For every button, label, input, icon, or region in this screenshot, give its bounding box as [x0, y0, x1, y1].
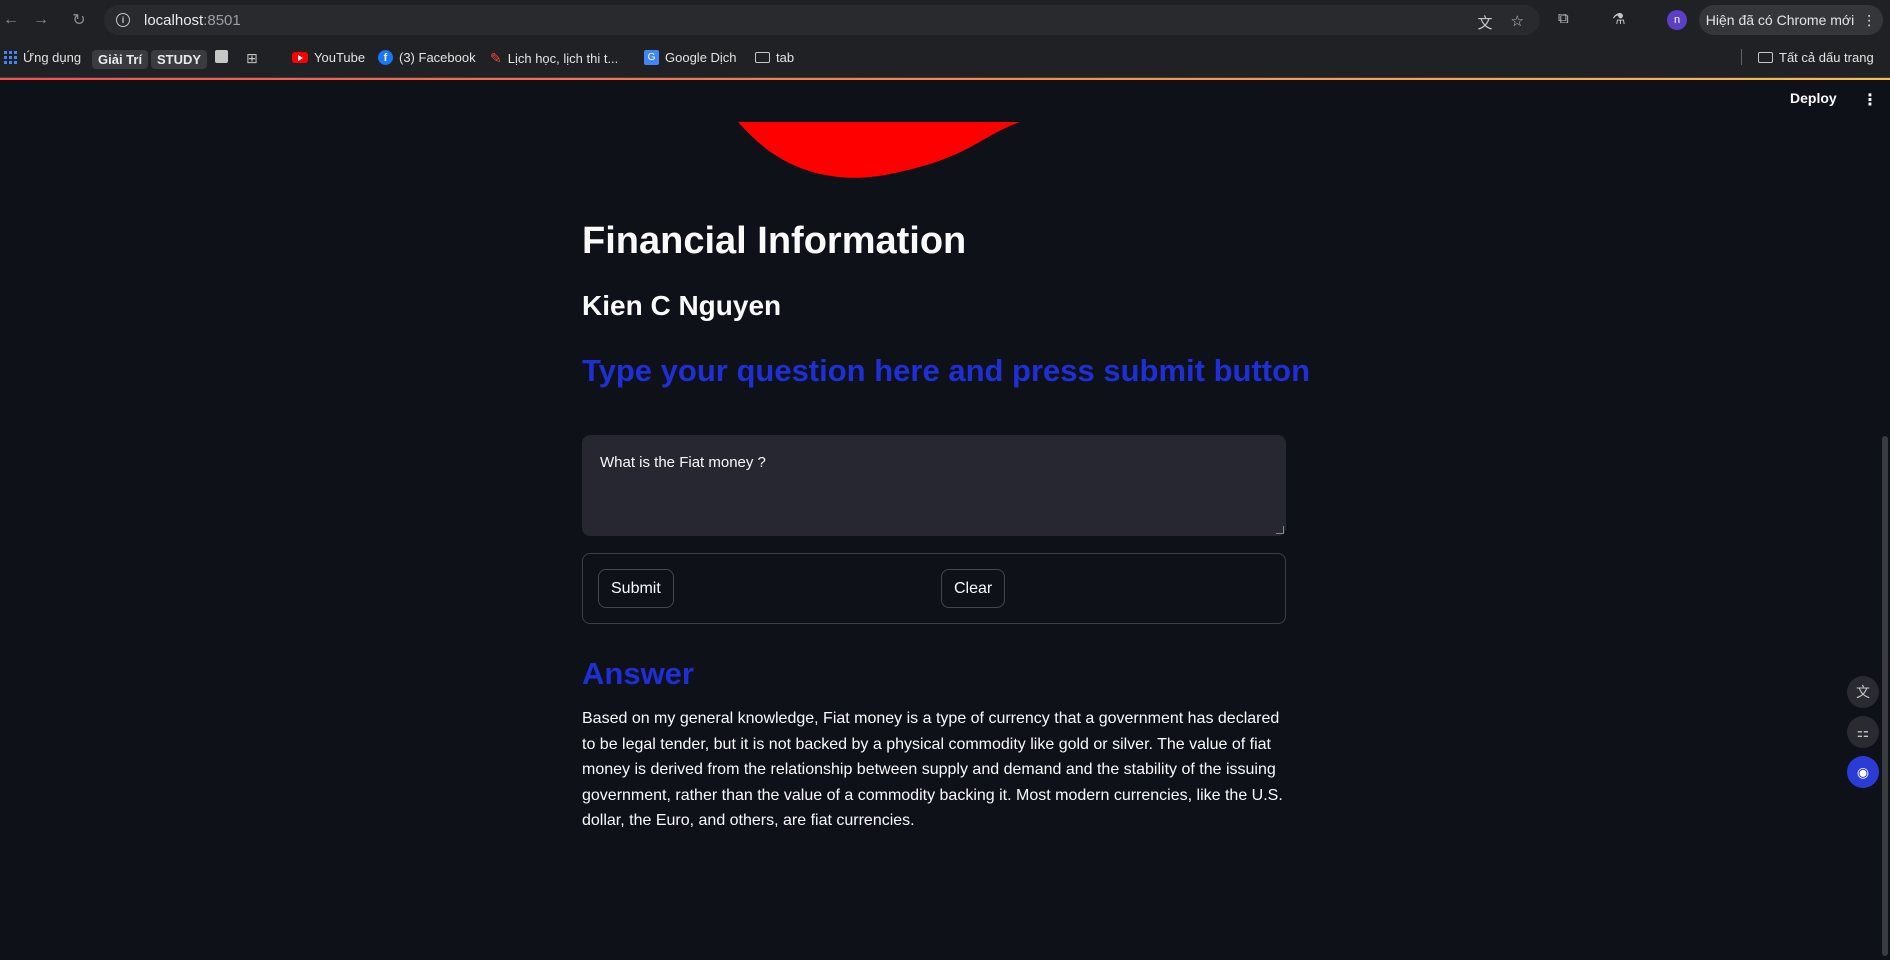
apps-grid-icon	[4, 51, 17, 64]
back-icon[interactable]: ←	[0, 9, 22, 31]
chrome-update-button[interactable]: Hiện đã có Chrome mới ⋮	[1699, 5, 1883, 35]
grid-icon: ⊞	[246, 50, 258, 66]
more-vert-icon: ⋮	[1862, 11, 1877, 28]
bookmark-tab[interactable]: tab	[755, 50, 794, 65]
page-title: Financial Information	[582, 220, 967, 262]
question-input[interactable]: What is the Fiat money ?	[582, 435, 1286, 536]
forward-icon[interactable]: →	[30, 9, 52, 31]
facebook-icon: f	[378, 50, 393, 65]
submit-button[interactable]: Submit	[598, 569, 674, 608]
prompt-heading: Type your question here and press submit…	[582, 353, 1311, 388]
extensions-icon[interactable]: ⧉	[1558, 10, 1569, 27]
address-bar[interactable]: i localhost:8501 文 ☆	[104, 5, 1540, 35]
answer-heading: Answer	[582, 656, 694, 691]
button-form: Submit Clear	[582, 553, 1286, 624]
profile-avatar[interactable]: n	[1667, 10, 1687, 30]
translate-icon[interactable]: 文	[1478, 12, 1493, 33]
youtube-icon	[292, 52, 308, 63]
resize-handle-icon[interactable]	[1276, 526, 1284, 534]
logo-image	[738, 122, 1020, 178]
clear-button[interactable]: Clear	[941, 569, 1006, 608]
bookmark-square-icon[interactable]	[215, 50, 228, 63]
folder-icon	[755, 52, 770, 63]
bookmark-giaitri[interactable]: Giải Trí	[92, 50, 149, 69]
folder-icon	[1758, 52, 1773, 63]
site-info-icon[interactable]: i	[116, 13, 130, 27]
deploy-button[interactable]: Deploy	[1790, 90, 1837, 106]
bookmark-facebook[interactable]: f (3) Facebook	[378, 50, 476, 65]
author-name: Kien C Nguyen	[582, 290, 782, 321]
square-icon	[215, 50, 228, 63]
scrollbar[interactable]	[1882, 436, 1888, 956]
bookmark-star-icon[interactable]: ☆	[1511, 12, 1524, 33]
bookmarks-divider	[1741, 49, 1742, 65]
streamlit-decoration-bar	[0, 78, 1890, 80]
apps-icon[interactable]: ⚏	[1847, 716, 1879, 748]
side-tools: 文 ⚏ ◉	[1847, 676, 1887, 796]
labs-flask-icon[interactable]: ⚗	[1612, 10, 1625, 28]
bookmark-google-dich[interactable]: G Google Dịch	[644, 50, 737, 65]
chrome-update-label: Hiện đã có Chrome mới	[1705, 12, 1855, 28]
bookmark-apps[interactable]: Ứng dụng	[4, 50, 81, 65]
assistant-bot-icon[interactable]: ◉	[1847, 756, 1879, 788]
all-bookmarks[interactable]: Tất cả dấu trang	[1758, 50, 1874, 65]
url-text: localhost:8501	[144, 11, 241, 29]
answer-text: Based on my general knowledge, Fiat mone…	[582, 710, 1283, 830]
google-translate-icon: G	[644, 50, 659, 65]
calendar-icon: ✎	[490, 50, 502, 66]
bookmark-study[interactable]: STUDY	[151, 50, 208, 69]
bookmark-lich[interactable]: ✎ Lịch học, lịch thi t...	[490, 50, 618, 67]
reload-icon[interactable]: ↻	[68, 9, 90, 31]
browser-toolbar: ← → ↻ i localhost:8501 文 ☆ ⧉ ⚗ n Hiện đã…	[0, 0, 1890, 40]
bookmarks-bar: Ứng dụng Giải Trí STUDY ⊞ YouTube f (3) …	[0, 40, 1890, 78]
main-menu-icon[interactable]: ⋮	[1862, 90, 1878, 110]
bookmark-grid-icon[interactable]: ⊞	[246, 50, 258, 67]
translate-icon[interactable]: 文	[1847, 676, 1879, 708]
bookmark-youtube[interactable]: YouTube	[292, 50, 365, 65]
